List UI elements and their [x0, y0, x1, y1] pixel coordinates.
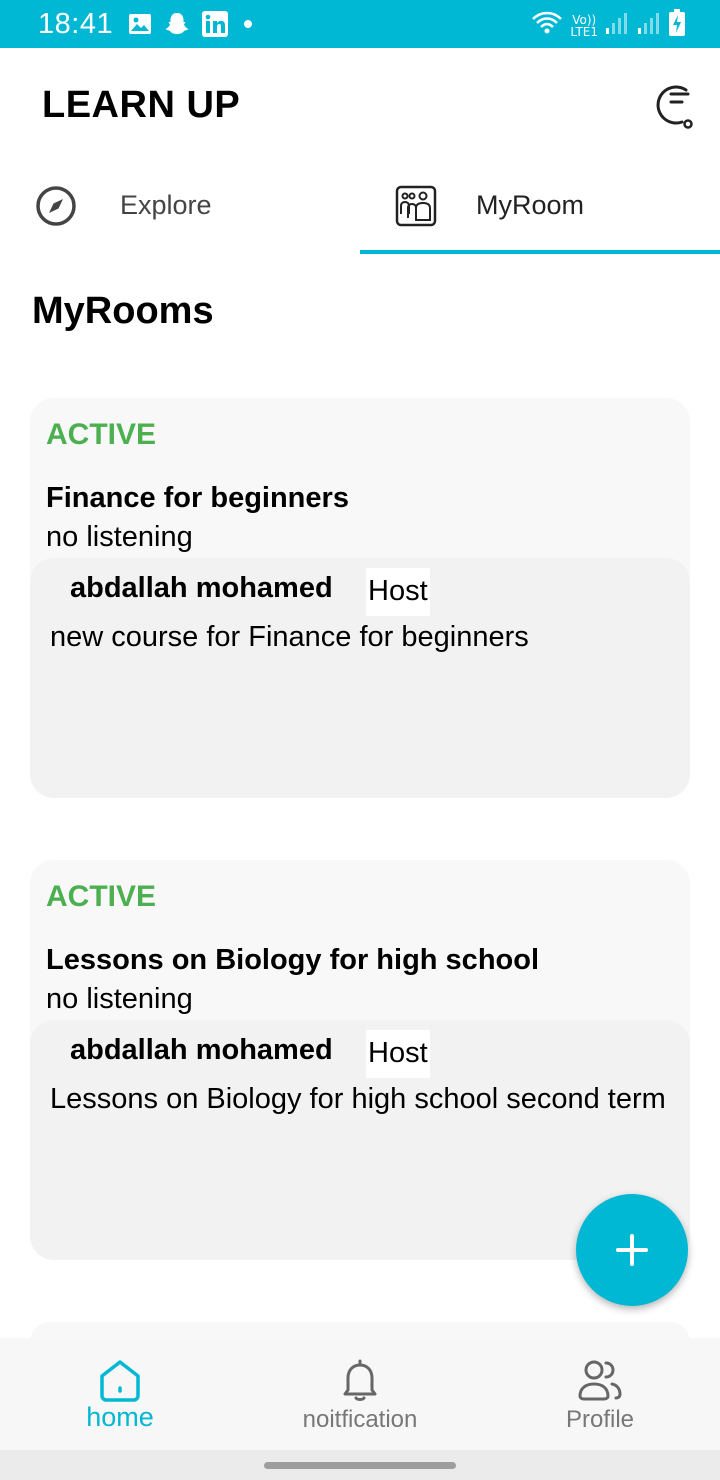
- status-time: 18:41: [38, 8, 114, 40]
- listening-count: no listening: [46, 983, 193, 1015]
- tab-explore[interactable]: Explore: [0, 168, 360, 256]
- gallery-icon: [128, 12, 152, 41]
- tab-label: Explore: [120, 190, 212, 220]
- compass-icon: [34, 184, 78, 228]
- room-card[interactable]: ACTIVE Finance for beginners no listenin…: [30, 398, 690, 798]
- network-type-label: Vo)) LTE1: [570, 14, 598, 38]
- room-icon: [394, 184, 438, 228]
- linkedin-icon: [202, 11, 228, 42]
- tab-bar: Explore MyRoom: [0, 168, 720, 256]
- nav-label: noitfication: [302, 1406, 418, 1433]
- room-description: new course for Finance for beginners: [50, 621, 529, 653]
- nav-profile[interactable]: Profile: [480, 1338, 720, 1450]
- add-room-button[interactable]: [576, 1194, 688, 1306]
- dot-icon: [240, 16, 256, 37]
- tab-myroom[interactable]: MyRoom: [360, 168, 720, 256]
- bell-icon: [336, 1356, 384, 1404]
- signal-icon: [636, 10, 662, 41]
- nav-label: Profile: [565, 1406, 635, 1433]
- plus-icon: [576, 1194, 688, 1306]
- room-title: Lessons on Biology for high school: [46, 944, 540, 976]
- gesture-handle[interactable]: [264, 1462, 456, 1469]
- status-badge: ACTIVE: [46, 880, 157, 913]
- users-icon: [576, 1356, 624, 1404]
- bottom-navigation: home noitfication Profile: [0, 1338, 720, 1450]
- room-title: Finance for beginners: [46, 482, 349, 514]
- signal-icon: [604, 10, 630, 41]
- history-clock-icon: [646, 85, 698, 136]
- section-title: MyRooms: [32, 290, 214, 332]
- host-name: abdallah mohamed: [70, 1034, 333, 1066]
- history-button[interactable]: [646, 80, 698, 132]
- snapchat-icon: [164, 11, 190, 42]
- system-icons: Vo)) LTE1: [530, 9, 686, 42]
- home-icon: [96, 1356, 144, 1404]
- tab-label: MyRoom: [476, 190, 585, 220]
- volte-label: Vo)): [572, 12, 597, 27]
- app-title: LEARN UP: [42, 84, 241, 126]
- status-bar: 18:41 Vo)) LTE1: [0, 0, 720, 48]
- nav-label: home: [86, 1402, 154, 1432]
- lte-label: LTE1: [570, 24, 598, 39]
- room-details: abdallah mohamed Host new course for Fin…: [30, 558, 690, 798]
- room-description: Lessons on Biology for high school secon…: [50, 1083, 666, 1115]
- nav-home[interactable]: home: [0, 1338, 240, 1450]
- nav-notification[interactable]: noitfication: [240, 1338, 480, 1450]
- listening-count: no listening: [46, 521, 193, 553]
- tab-indicator: [360, 250, 720, 254]
- battery-icon: [668, 9, 686, 42]
- notification-icons: [128, 11, 256, 42]
- host-role-badge: Host: [366, 1030, 430, 1078]
- host-role-badge: Host: [366, 568, 430, 616]
- wifi-icon: [530, 10, 564, 41]
- host-name: abdallah mohamed: [70, 572, 333, 604]
- status-badge: ACTIVE: [46, 418, 157, 451]
